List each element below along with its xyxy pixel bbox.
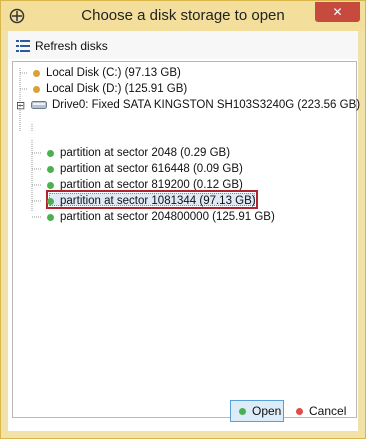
status-dot-icon — [47, 165, 54, 173]
tree-item-label: Local Disk (C:) (97.13 GB) — [46, 67, 181, 79]
status-dot-icon — [47, 197, 54, 205]
status-dot-icon — [33, 69, 40, 77]
close-button[interactable]: ✕ — [315, 2, 360, 22]
tree-item-label: Local Disk (D:) (125.91 GB) — [46, 83, 188, 95]
window-title: Choose a disk storage to open — [81, 7, 285, 24]
tree-item-partition-selected[interactable]: partition at sector 1081344 (97.13 GB) — [47, 193, 256, 209]
tree-item-local-disk-d[interactable]: Local Disk (D:) (125.91 GB) — [33, 81, 187, 97]
tree-item-label: partition at sector 2048 (0.29 GB) — [60, 147, 231, 159]
open-label: Open — [252, 404, 282, 418]
close-icon: ✕ — [332, 5, 343, 19]
tree-lines — [19, 68, 41, 218]
tree-item-local-disk-c[interactable]: Local Disk (C:) (97.13 GB) — [33, 65, 181, 81]
list-icon — [16, 40, 30, 52]
refresh-disks-button[interactable]: Refresh disks — [16, 37, 108, 55]
tree-item-partition[interactable]: partition at sector 2048 (0.29 GB) — [47, 145, 230, 161]
dialog-body: Refresh disks Local Disk (C:) (97.13 GB)… — [8, 31, 360, 431]
cancel-icon — [296, 407, 303, 415]
status-dot-icon — [47, 213, 54, 221]
status-dot-icon — [33, 85, 40, 93]
hard-drive-icon — [31, 101, 47, 109]
refresh-label: Refresh disks — [35, 39, 108, 53]
tree-item-drive0[interactable]: ⊟ Drive0: Fixed SATA KINGSTON SH103S3240… — [16, 97, 360, 113]
status-dot-icon — [47, 149, 54, 157]
cancel-label: Cancel — [309, 404, 347, 418]
tree-item-label: partition at sector 616448 (0.09 GB) — [60, 163, 243, 175]
disk-tree[interactable]: Local Disk (C:) (97.13 GB) Local Disk (D… — [12, 61, 360, 418]
collapse-toggle-icon[interactable]: ⊟ — [16, 99, 28, 112]
status-dot-icon — [47, 181, 54, 189]
open-icon — [239, 407, 246, 415]
tree-item-partition[interactable]: partition at sector 616448 (0.09 GB) — [47, 161, 243, 177]
title-bar[interactable]: Choose a disk storage to open ✕ — [1, 1, 365, 31]
tree-item-label: partition at sector 1081344 (97.13 GB) — [60, 195, 256, 207]
tree-item-partition[interactable]: partition at sector 204800000 (125.91 GB… — [47, 209, 275, 225]
dialog-window: Choose a disk storage to open ✕ Refresh … — [0, 0, 366, 439]
tree-item-label: Drive0: Fixed SATA KINGSTON SH103S3240G … — [52, 99, 361, 111]
cancel-button[interactable]: Cancel — [294, 400, 358, 422]
open-button[interactable]: Open — [230, 400, 284, 422]
toolbar: Refresh disks — [8, 31, 358, 59]
tree-item-label: partition at sector 204800000 (125.91 GB… — [60, 211, 275, 223]
